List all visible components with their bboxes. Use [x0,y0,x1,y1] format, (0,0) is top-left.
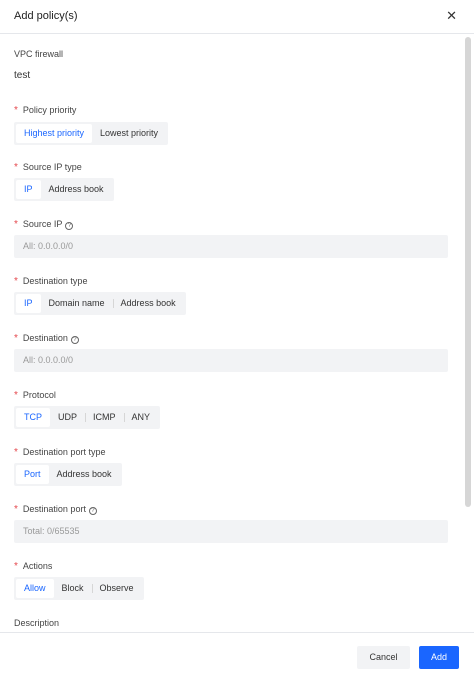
policy-priority-option-highest[interactable]: Highest priority [16,124,93,143]
actions-option-block[interactable]: Block [54,579,92,598]
policy-priority-label: * Policy priority [14,105,77,116]
required-mark: * [14,447,18,458]
destination-port-type-label: * Destination port type [14,447,106,458]
destination-port-type-option-port[interactable]: Port [16,465,49,484]
dialog-body[interactable]: VPC firewall test * Policy priority Highe… [0,34,464,632]
source-ip-type-option-ip[interactable]: IP [16,180,41,199]
destination-port-type-segmented: Port Address book [14,463,122,486]
dialog-footer: Cancel Add [0,632,474,680]
policy-priority-segmented: Highest priority Lowest priority [14,122,169,145]
cancel-button[interactable]: Cancel [357,646,410,669]
source-ip-input[interactable]: All: 0.0.0.0/0 [14,235,448,258]
destination-type-label: * Destination type [14,276,88,287]
description-label: Description [14,618,60,628]
required-mark: * [14,219,18,230]
actions-label: * Actions [14,561,53,572]
required-mark: * [14,105,18,116]
required-mark: * [14,561,18,572]
destination-port-type-option-address-book[interactable]: Address book [49,465,120,484]
required-mark: * [14,276,18,287]
destination-input[interactable]: All: 0.0.0.0/0 [14,349,448,372]
source-ip-label: * Source IP? [14,219,74,230]
destination-type-option-domain-name[interactable]: Domain name [41,294,113,313]
destination-type-option-address-book[interactable]: Address book [112,294,184,313]
required-mark: * [14,390,18,401]
destination-type-option-ip[interactable]: IP [16,294,41,313]
scrollbar-thumb[interactable] [465,37,471,507]
scrollbar[interactable] [465,37,471,633]
actions-option-allow[interactable]: Allow [16,579,54,598]
help-icon[interactable]: ? [88,507,97,515]
dialog-title: Add policy(s) [14,10,78,22]
actions-option-observe[interactable]: Observe [91,579,142,598]
help-icon[interactable]: ? [70,336,79,344]
actions-segmented: Allow Block Observe [14,577,144,600]
dialog-header: Add policy(s) ✕ [0,0,474,34]
source-ip-type-segmented: IP Address book [14,178,114,201]
vpc-firewall-value: test [14,70,31,81]
protocol-segmented: TCP UDP ICMP ANY [14,406,161,429]
help-icon[interactable]: ? [65,222,74,230]
add-button[interactable]: Add [419,646,459,669]
protocol-option-udp[interactable]: UDP [50,408,85,427]
protocol-option-tcp[interactable]: TCP [16,408,50,427]
protocol-label: * Protocol [14,390,56,401]
destination-port-label: * Destination port? [14,504,97,515]
destination-label: * Destination? [14,333,79,344]
required-mark: * [14,162,18,173]
protocol-option-any[interactable]: ANY [123,408,159,427]
required-mark: * [14,504,18,515]
destination-type-segmented: IP Domain name Address book [14,292,186,315]
close-icon[interactable]: ✕ [446,9,457,23]
policy-priority-option-lowest[interactable]: Lowest priority [92,124,166,143]
source-ip-type-label: * Source IP type [14,162,82,173]
protocol-option-icmp[interactable]: ICMP [85,408,124,427]
required-mark: * [14,333,18,344]
destination-port-input[interactable]: Total: 0/65535 [14,520,448,543]
source-ip-type-option-address-book[interactable]: Address book [41,180,112,199]
vpc-firewall-label: VPC firewall [14,49,64,59]
